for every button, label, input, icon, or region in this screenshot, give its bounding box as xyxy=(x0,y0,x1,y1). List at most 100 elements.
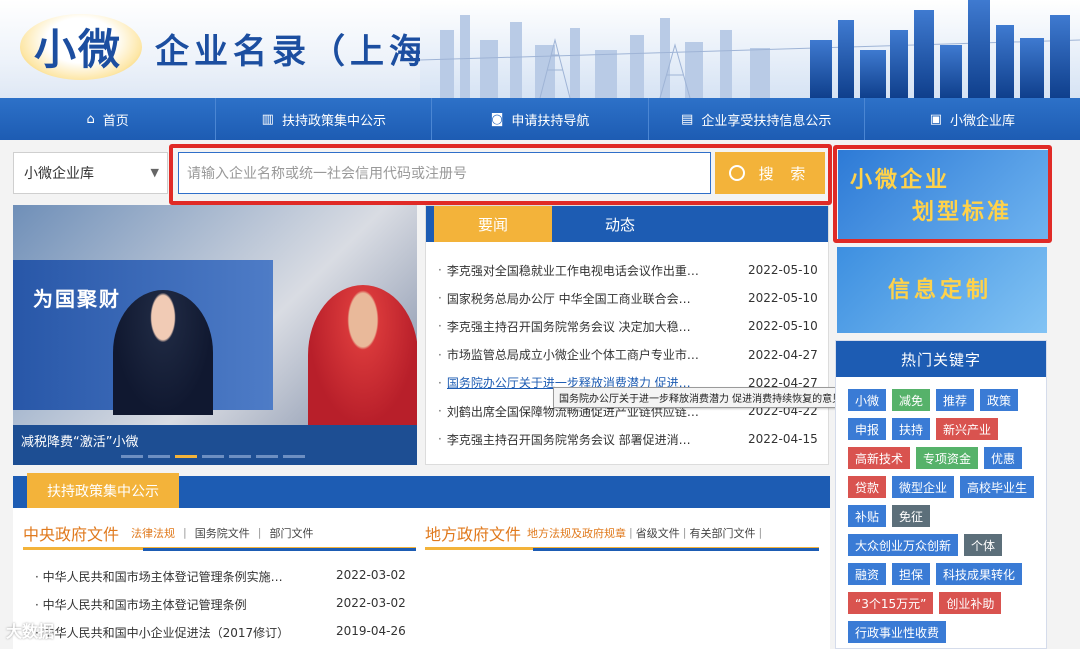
keyword-tag[interactable]: 创业补助 xyxy=(939,592,1002,614)
keyword-tag[interactable]: 贷款 xyxy=(848,476,887,498)
tab-local-laws[interactable]: 地方法规及政府规章 xyxy=(527,525,626,541)
news-date: 2022-05-10 xyxy=(748,319,818,334)
carousel-dot[interactable] xyxy=(202,455,224,458)
local-docs-title[interactable]: 地方政府文件 xyxy=(425,521,521,545)
keyword-tag[interactable]: 推荐 xyxy=(936,389,975,411)
home-icon: ⌂ xyxy=(86,111,95,127)
news-tabs: 要闻 动态 xyxy=(426,206,828,242)
main-nav: ⌂ 首页 ▥ 扶持政策集中公示 ◙ 申请扶持导航 ▤ 企业享受扶持信息公示 ▣ … xyxy=(0,98,1080,140)
compass-icon: ◙ xyxy=(490,111,504,127)
news-title: 李克强主持召开国务院常务会议 部署促进消… xyxy=(446,432,691,447)
tab-department[interactable]: 部门文件 xyxy=(269,525,313,541)
policy-date: 2022-03-02 xyxy=(336,568,406,582)
keyword-tag[interactable]: 行政事业性收费 xyxy=(848,621,947,643)
keyword-tag[interactable]: 小微 xyxy=(848,389,887,411)
central-docs-title[interactable]: 中央政府文件 xyxy=(23,521,119,545)
local-docs-header: 地方政府文件 地方法规及政府规章 | 省级文件 | 有关部门文件 | xyxy=(425,518,819,550)
news-title: 李克强主持召开国务院常务会议 决定加大稳… xyxy=(446,319,691,334)
keyword-tag[interactable]: 担保 xyxy=(892,563,931,585)
central-underline xyxy=(143,548,416,551)
keyword-tag[interactable]: 高校毕业生 xyxy=(960,476,1035,498)
carousel-dot[interactable] xyxy=(283,455,305,458)
keyword-tags: 小微 减免 推荐 政策申报 扶持 新兴产业高新技术 专项资金 优惠贷款 微型企业 高校毕业生补贴免… xyxy=(848,389,1043,643)
site-header: 小微 企业名录（上海） xyxy=(0,0,1080,98)
banner-highlight-frame xyxy=(833,145,1052,243)
search-input[interactable]: 请输入企业名称或统一社会信用代码或注册号 xyxy=(178,152,711,194)
photo-wall-text: 为国聚财 xyxy=(33,287,121,311)
news-title: 李克强对全国稳就业工作电视电话会议作出重… xyxy=(446,263,699,278)
nav-item-enterprise-library[interactable]: ▣ 小微企业库 xyxy=(865,98,1080,140)
news-title: 国家税务总局办公厅 中华全国工商业联合会… xyxy=(446,291,691,306)
keyword-tag[interactable]: 个体 xyxy=(964,534,1003,556)
search-icon xyxy=(728,165,745,181)
keyword-tag[interactable]: 申报 xyxy=(848,418,887,440)
keyword-tag[interactable]: “3个15万元” xyxy=(848,592,934,614)
nav-label: 扶持政策集中公示 xyxy=(281,113,386,129)
carousel-dot-active[interactable] xyxy=(175,455,197,458)
keyword-tag[interactable]: 科技成果转化 xyxy=(936,563,1023,585)
policy-item[interactable]: · 中华人民共和国市场主体登记管理条例实施… 2022-03-02 xyxy=(35,568,406,585)
policy-section: 扶持政策集中公示 中央政府文件 法律法规 | 国务院文件 | 部门文件 地方政府… xyxy=(13,473,830,649)
city-skyline-illustration xyxy=(420,0,1080,98)
tab-headlines[interactable]: 要闻 xyxy=(434,206,552,242)
tab-related-dept[interactable]: 有关部门文件 xyxy=(689,525,755,541)
local-underline xyxy=(533,548,819,551)
banner-custom-label: 信息定制 xyxy=(888,278,993,303)
nav-label: 申请扶持导航 xyxy=(511,113,590,129)
carousel-dot[interactable] xyxy=(256,455,278,458)
news-item[interactable]: · 国家税务总局办公厅 中华全国工商业联合会… 2022-05-10 xyxy=(426,284,828,312)
keyword-tag[interactable]: 新兴产业 xyxy=(936,418,999,440)
news-carousel[interactable]: 为国聚财 减税降费“激活”小微 xyxy=(13,205,417,465)
logo-text[interactable]: 小微 xyxy=(34,16,122,77)
nav-item-support-info[interactable]: ▤ 企业享受扶持信息公示 xyxy=(649,98,865,140)
nav-label: 企业享受扶持信息公示 xyxy=(701,113,832,129)
watermark: 大数据 xyxy=(6,622,55,641)
search-scope-select[interactable]: 小微企业库 ▼ xyxy=(13,152,168,194)
news-date: 2022-05-10 xyxy=(748,291,818,306)
policy-item[interactable]: · 中华人民共和国中小企业促进法（2017修订） 2019-04-26 xyxy=(35,624,406,641)
keyword-tag[interactable]: 免征 xyxy=(892,505,931,527)
nav-item-apply-guide[interactable]: ◙ 申请扶持导航 xyxy=(432,98,649,140)
tab-provincial[interactable]: 省级文件 xyxy=(636,525,680,541)
keyword-tag[interactable]: 减免 xyxy=(892,389,931,411)
keyword-tag[interactable]: 优惠 xyxy=(984,447,1023,469)
carousel-dot[interactable] xyxy=(229,455,251,458)
policy-section-title[interactable]: 扶持政策集中公示 xyxy=(27,473,179,508)
nav-label: 首页 xyxy=(102,113,129,129)
nav-item-home[interactable]: ⌂ 首页 xyxy=(0,98,217,140)
keyword-tag[interactable]: 扶持 xyxy=(892,418,931,440)
news-date: 2022-04-15 xyxy=(748,432,818,447)
news-item[interactable]: · 李克强主持召开国务院常务会议 决定加大稳… 2022-05-10 xyxy=(426,312,828,340)
tab-state-council[interactable]: 国务院文件 xyxy=(195,525,250,541)
news-item[interactable]: · 李克强对全国稳就业工作电视电话会议作出重… 2022-05-10 xyxy=(426,256,828,284)
policy-date: 2022-03-02 xyxy=(336,596,406,610)
news-item[interactable]: · 李克强主持召开国务院常务会议 部署促进消… 2022-04-15 xyxy=(426,425,828,453)
keyword-tag[interactable]: 微型企业 xyxy=(892,476,955,498)
keyword-tag[interactable]: 大众创业万众创新 xyxy=(848,534,959,556)
keyword-tag[interactable]: 政策 xyxy=(980,389,1019,411)
search-scope-value: 小微企业库 xyxy=(24,166,94,182)
hot-keywords-title: 热门关键字 xyxy=(836,341,1046,377)
news-title: 市场监管总局成立小微企业个体工商户专业市… xyxy=(446,348,699,363)
nav-item-policy-disclosure[interactable]: ▥ 扶持政策集中公示 xyxy=(216,98,433,140)
policy-title: 中华人民共和国中小企业促进法（2017修订） xyxy=(42,626,290,640)
search-placeholder: 请输入企业名称或统一社会信用代码或注册号 xyxy=(187,166,467,182)
central-docs-header: 中央政府文件 法律法规 | 国务院文件 | 部门文件 xyxy=(23,518,416,550)
hot-keywords-panel: 热门关键字 小微 减免 推荐 政策申报 扶持 新兴产业高新技术 专项资金 优惠贷款 微型企业 高校… xyxy=(835,340,1047,649)
tab-laws[interactable]: 法律法规 xyxy=(131,525,175,541)
carousel-dot[interactable] xyxy=(148,455,170,458)
news-item[interactable]: · 市场监管总局成立小微企业个体工商户专业市… 2022-04-27 xyxy=(426,341,828,369)
keyword-tag[interactable]: 高新技术 xyxy=(848,447,911,469)
policy-title: 中华人民共和国市场主体登记管理条例 xyxy=(42,598,247,612)
keyword-tag[interactable]: 专项资金 xyxy=(916,447,979,469)
keyword-tag[interactable]: 融资 xyxy=(848,563,887,585)
carousel-dot[interactable] xyxy=(121,455,143,458)
chevron-down-icon: ▼ xyxy=(150,166,159,179)
tab-updates[interactable]: 动态 xyxy=(561,206,679,242)
news-list: · 李克强对全国稳就业工作电视电话会议作出重… 2022-05-10 · 国家税务总局… xyxy=(426,256,828,453)
carousel-caption[interactable]: 减税降费“激活”小微 xyxy=(21,431,138,450)
search-button[interactable]: 搜 索 xyxy=(715,152,825,194)
keyword-tag[interactable]: 补贴 xyxy=(848,505,887,527)
news-panel: 要闻 动态 · 李克强对全国稳就业工作电视电话会议作出重… 2022-05-10 ·… xyxy=(425,205,829,465)
policy-item[interactable]: · 中华人民共和国市场主体登记管理条例 2022-03-02 xyxy=(35,596,406,613)
